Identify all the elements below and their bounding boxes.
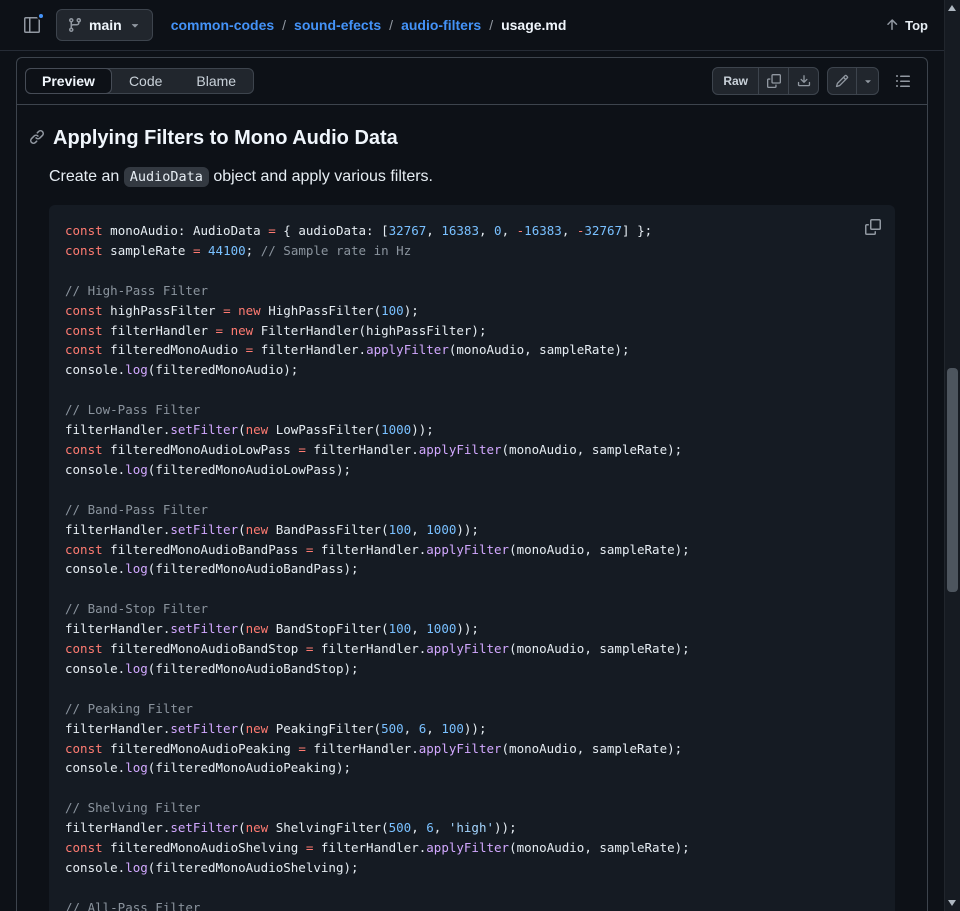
view-switcher: Preview Code Blame [25,68,254,94]
list-unordered-icon [895,73,911,89]
code-line: const filteredMonoAudioShelving = filter… [65,838,879,858]
tab-code[interactable]: Code [112,68,179,94]
code-line: const filteredMonoAudioBandPass = filter… [65,540,879,560]
code-line: filterHandler.setFilter(new PeakingFilte… [65,719,879,739]
file-toolbar: Preview Code Blame Raw [17,58,927,105]
scroll-up-arrow[interactable] [948,5,956,11]
chevron-down-icon [862,75,874,87]
back-to-top-label: Top [905,18,928,33]
code-line: const sampleRate = 44100; // Sample rate… [65,241,879,261]
raw-button[interactable]: Raw [712,67,759,95]
code-line [65,261,879,281]
code-line: const monoAudio: AudioData = { audioData… [65,221,879,241]
code-line: filterHandler.setFilter(new BandStopFilt… [65,619,879,639]
copy-icon [865,219,881,235]
toolbar-actions: Raw [712,65,919,97]
copy-raw-button[interactable] [759,67,789,95]
file-header: main common-codes / sound-efects / audio… [0,0,944,51]
code-line: // Low-Pass Filter [65,400,879,420]
code-block: const monoAudio: AudioData = { audioData… [49,205,895,911]
sidebar-panel-icon [24,17,40,33]
main-column: main common-codes / sound-efects / audio… [0,0,944,911]
outline-button[interactable] [887,65,919,97]
branch-selector-button[interactable]: main [56,9,153,41]
code-line: const filterHandler = new FilterHandler(… [65,321,879,341]
tab-preview[interactable]: Preview [25,68,112,94]
branch-name: main [89,17,122,33]
tab-blame[interactable]: Blame [179,68,253,94]
breadcrumb-current-file: usage.md [501,17,566,33]
pencil-icon [835,74,849,88]
code-line: // Band-Pass Filter [65,500,879,520]
breadcrumb-link-common-codes[interactable]: common-codes [171,17,274,33]
download-icon [797,74,811,88]
git-branch-icon [67,17,83,33]
code-line: console.log(filteredMonoAudioShelving); [65,858,879,878]
code-line: // Band-Stop Filter [65,599,879,619]
breadcrumb-link-sound-efects[interactable]: sound-efects [294,17,381,33]
inline-code: AudioData [124,167,209,187]
code-line [65,380,879,400]
breadcrumb-separator: / [389,17,393,33]
code-line: const filteredMonoAudioPeaking = filterH… [65,739,879,759]
code-line: const filteredMonoAudioLowPass = filterH… [65,440,879,460]
intro-prefix: Create an [49,168,124,185]
heading-anchor-link[interactable] [29,129,45,145]
code-line: console.log(filteredMonoAudioPeaking); [65,758,879,778]
code-line: const highPassFilter = new HighPassFilte… [65,301,879,321]
code-line: filterHandler.setFilter(new BandPassFilt… [65,520,879,540]
code-line [65,480,879,500]
breadcrumb-separator: / [489,17,493,33]
file-tree-toggle-button[interactable] [16,9,48,41]
copy-code-button[interactable] [859,213,887,241]
breadcrumb: common-codes / sound-efects / audio-filt… [171,17,567,33]
code-line [65,679,879,699]
edit-dropdown-button[interactable] [857,67,879,95]
scroll-down-arrow[interactable] [948,900,956,906]
link-icon [29,129,45,145]
page-scrollbar[interactable] [944,0,960,911]
code-line: // All-Pass Filter [65,898,879,911]
download-raw-button[interactable] [789,67,819,95]
breadcrumb-link-audio-filters[interactable]: audio-filters [401,17,481,33]
chevron-down-icon [128,18,142,32]
page-title: Applying Filters to Mono Audio Data [53,125,895,151]
code-line: // Shelving Filter [65,798,879,818]
code-line [65,778,879,798]
heading-text: Applying Filters to Mono Audio Data [53,127,398,149]
copy-icon [767,74,781,88]
code-line [65,878,879,898]
code-line: // Peaking Filter [65,699,879,719]
code-line: filterHandler.setFilter(new LowPassFilte… [65,420,879,440]
code-line: const filteredMonoAudioBandStop = filter… [65,639,879,659]
code-line: console.log(filteredMonoAudioLowPass); [65,460,879,480]
intro-paragraph: Create an AudioData object and apply var… [49,165,895,189]
code-line [65,579,879,599]
scrollbar-thumb[interactable] [947,368,958,592]
code-line: // High-Pass Filter [65,281,879,301]
code-line: console.log(filteredMonoAudioBandPass); [65,559,879,579]
code-content: const monoAudio: AudioData = { audioData… [65,221,879,911]
code-line: console.log(filteredMonoAudio); [65,360,879,380]
edit-button[interactable] [827,67,857,95]
code-line: console.log(filteredMonoAudioBandStop); [65,659,879,679]
markdown-body: Applying Filters to Mono Audio Data Crea… [17,105,927,911]
breadcrumb-separator: / [282,17,286,33]
file-container: Preview Code Blame Raw [16,57,928,911]
code-line: filterHandler.setFilter(new ShelvingFilt… [65,818,879,838]
back-to-top-button[interactable]: Top [884,17,928,33]
notification-dot [37,12,45,20]
github-code-view: main common-codes / sound-efects / audio… [0,0,960,911]
code-line: const filteredMonoAudio = filterHandler.… [65,340,879,360]
arrow-up-icon [884,17,900,33]
raw-actions-group: Raw [712,67,819,95]
intro-suffix: object and apply various filters. [209,168,433,185]
edit-group [827,67,879,95]
